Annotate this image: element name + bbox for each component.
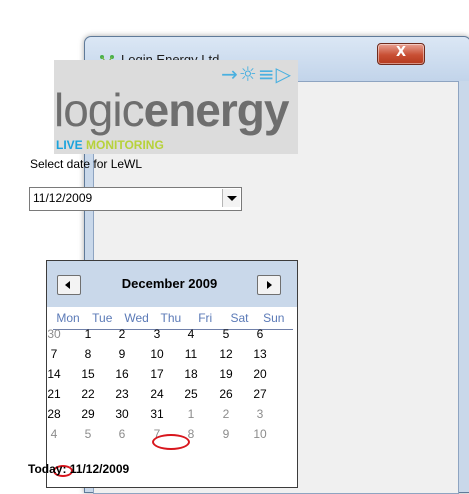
calendar-day[interactable]: 20 — [246, 367, 274, 381]
weekday-label: Fri — [198, 311, 213, 325]
calendar-day[interactable]: 10 — [143, 347, 171, 361]
calendar-day[interactable]: 3 — [143, 327, 171, 341]
weekday-label: Sat — [230, 311, 249, 325]
calendar-day[interactable]: 2 — [212, 407, 240, 421]
calendar-day[interactable]: 11 — [177, 347, 205, 361]
calendar-day[interactable]: 18 — [177, 367, 205, 381]
weekday-label: Wed — [124, 311, 149, 325]
calendar-day[interactable]: 25 — [177, 387, 205, 401]
calendar-day[interactable]: 9 — [212, 427, 240, 441]
date-value[interactable]: 11/12/2009 — [33, 191, 92, 205]
calendar-day[interactable]: 5 — [212, 327, 240, 341]
calendar-day[interactable]: 19 — [212, 367, 240, 381]
logo-text-light: logic — [54, 84, 145, 136]
chevron-down-icon[interactable] — [222, 189, 240, 207]
calendar-day[interactable]: 22 — [74, 387, 102, 401]
calendar-day[interactable]: 30 — [108, 407, 136, 421]
calendar-day[interactable]: 30 — [40, 327, 68, 341]
calendar-day[interactable]: 27 — [246, 387, 274, 401]
calendar-day[interactable]: 7 — [40, 347, 68, 361]
calendar-day[interactable]: 16 — [108, 367, 136, 381]
logo-text-bold: energy — [143, 84, 290, 136]
calendar-day[interactable]: 28 — [40, 407, 68, 421]
calendar-day[interactable]: 24 — [143, 387, 171, 401]
calendar-day[interactable]: 4 — [177, 327, 205, 341]
weekday-label: Tue — [92, 311, 113, 325]
calendar-day[interactable]: 23 — [108, 387, 136, 401]
logo-tagline-live: LIVE — [56, 138, 83, 152]
calendar-day[interactable]: 6 — [108, 427, 136, 441]
previous-month-button[interactable] — [57, 275, 81, 295]
weekday-label: Sun — [263, 311, 285, 325]
today-link[interactable]: Today: 11/12/2009 — [8, 462, 129, 476]
calendar-day[interactable]: 21 — [40, 387, 68, 401]
calendar-header: December 2009 — [47, 261, 297, 307]
calendar-day[interactable]: 5 — [74, 427, 102, 441]
calendar-day[interactable]: 29 — [74, 407, 102, 421]
calendar-day[interactable]: 17 — [143, 367, 171, 381]
calendar-day[interactable]: 8 — [74, 347, 102, 361]
date-label: Select date for LeWL — [30, 157, 143, 171]
calendar-day[interactable]: 2 — [108, 327, 136, 341]
logicenergy-logo: →☼≡▷ logicenergy LIVE MONITORING — [54, 60, 298, 154]
selected-day-marker — [152, 434, 190, 450]
calendar-day[interactable]: 14 — [40, 367, 68, 381]
calendar-day[interactable]: 6 — [246, 327, 274, 341]
close-icon: X — [395, 45, 407, 60]
logo-tagline-monitoring: MONITORING — [86, 138, 164, 152]
weekday-label: Thu — [160, 311, 182, 325]
calendar-day[interactable]: 10 — [246, 427, 274, 441]
today-label[interactable]: Today: 11/12/2009 — [28, 462, 129, 476]
logo-tagline: LIVE MONITORING — [56, 138, 164, 152]
weekday-label: Mon — [56, 311, 80, 325]
calendar-day[interactable]: 3 — [246, 407, 274, 421]
calendar-day[interactable]: 12 — [212, 347, 240, 361]
calendar-day[interactable]: 1 — [74, 327, 102, 341]
calendar-day[interactable]: 13 — [246, 347, 274, 361]
logo-wordmark: logicenergy — [54, 82, 290, 138]
date-picker-combo[interactable]: 11/12/2009 — [29, 187, 242, 211]
calendar-day[interactable]: 31 — [143, 407, 171, 421]
calendar-day[interactable]: 4 — [40, 427, 68, 441]
next-month-button[interactable] — [257, 275, 281, 295]
calendar-day[interactable]: 26 — [212, 387, 240, 401]
calendar-day[interactable]: 9 — [108, 347, 136, 361]
calendar-day[interactable]: 1 — [177, 407, 205, 421]
calendar-month-title[interactable]: December 2009 — [87, 276, 252, 291]
close-button[interactable]: X — [377, 43, 425, 65]
calendar-day[interactable]: 15 — [74, 367, 102, 381]
